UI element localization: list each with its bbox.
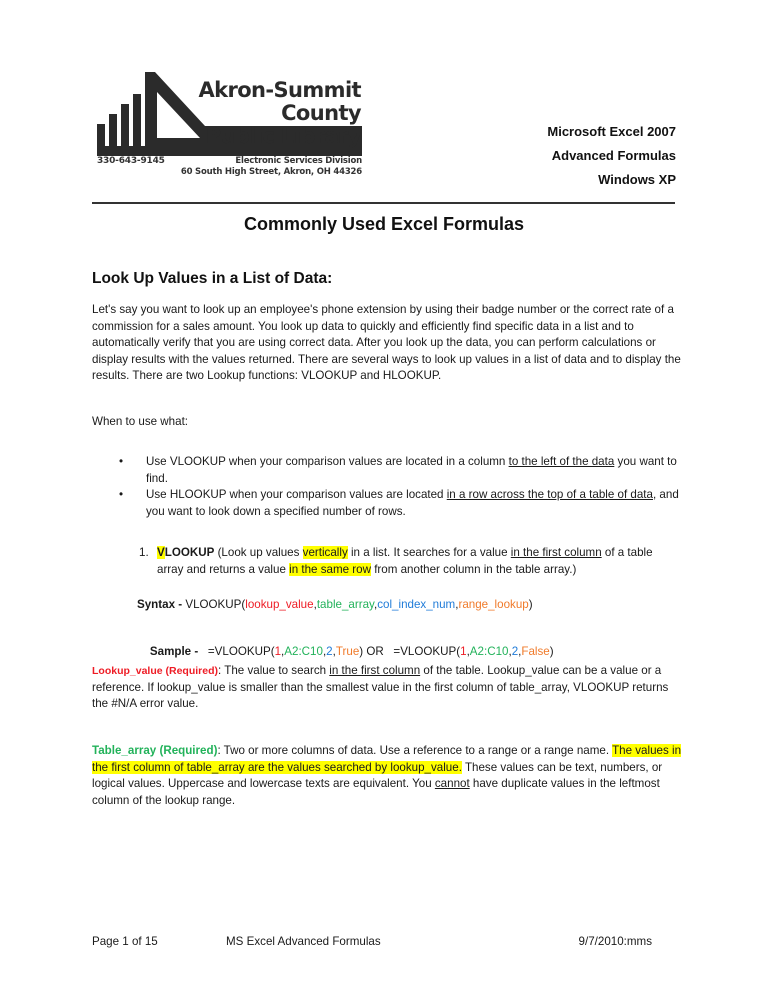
sample-label: Sample -: [149, 644, 199, 658]
function-name: VLOOKUP: [157, 546, 214, 559]
bullet-underlined-text: in a row across the top of a table of da…: [446, 488, 653, 501]
bullet-icon: •: [119, 488, 124, 501]
table-array-paragraph: Table_array (Required): Two or more colu…: [92, 743, 682, 809]
close-paren: ): [549, 644, 554, 658]
course-topic: Advanced Formulas: [551, 148, 676, 163]
intro-paragraph: Let's say you want to look up an employe…: [92, 303, 681, 382]
syntax-label: Syntax -: [137, 598, 183, 611]
library-address: 60 South High Street, Akron, OH 44326: [180, 167, 362, 177]
lookup-value-paragraph: Lookup_value (Required): The value to se…: [92, 663, 682, 713]
bullet-icon: •: [119, 455, 124, 468]
function-name-first-letter: V: [157, 546, 165, 559]
document-title: Commonly Used Excel Formulas: [243, 214, 525, 234]
para-text: : The value to search: [218, 664, 330, 677]
syntax-function: VLOOKUP(: [182, 598, 246, 611]
sample-range-lookup-true: True: [335, 644, 360, 658]
para-text: : Two or more columns of data. Use a ref…: [217, 744, 613, 757]
lookup-value-label: Lookup_value (Required): [92, 665, 219, 677]
bullet-underlined-text: to the left of the data: [508, 455, 615, 468]
footer-document-name: MS Excel Advanced Formulas: [226, 935, 381, 948]
desc-text: from another column in the table array.): [370, 562, 577, 576]
library-division: Electronic Services Division: [235, 156, 362, 166]
underlined-text: in the first column: [510, 546, 602, 559]
underlined-text: cannot: [434, 777, 470, 790]
bullet-text: Use VLOOKUP when your comparison values …: [146, 455, 509, 468]
arg-lookup-value: lookup_value: [245, 598, 314, 611]
sample-function: =VLOOKUP(: [198, 644, 275, 658]
footer-date: 9/7/2010:mms: [578, 935, 652, 948]
bullet-item-hlookup: • Use HLOOKUP when your comparison value…: [92, 487, 682, 520]
library-name-line2: Public Library: [205, 124, 362, 148]
highlighted-text: vertically: [302, 546, 348, 559]
when-to-use-label: When to use what:: [92, 415, 189, 428]
sample-or: ) OR =VLOOKUP(: [359, 644, 461, 658]
function-name-rest: LOOKUP: [164, 546, 215, 559]
underlined-text: in the first column: [329, 664, 421, 677]
close-paren: ): [528, 598, 533, 611]
arg-col-index-num: col_index_num: [377, 598, 456, 611]
section-heading: Look Up Values in a List of Data:: [92, 270, 333, 287]
bullet-item-vlookup: • Use VLOOKUP when your comparison value…: [92, 454, 682, 487]
usage-bullet-list: • Use VLOOKUP when your comparison value…: [92, 454, 682, 520]
desc-text: (Look up values: [214, 546, 303, 559]
course-os: Windows XP: [598, 172, 676, 187]
arg-range-lookup: range_lookup: [458, 598, 529, 611]
header-divider: [92, 202, 675, 204]
syntax-line: Syntax - VLOOKUP(lookup_value,table_arra…: [137, 597, 533, 614]
table-array-label: Table_array (Required): [92, 744, 218, 757]
document-page: Akron-Summit County Public Library 330-6…: [0, 0, 768, 994]
highlighted-text: in the same row: [289, 562, 371, 576]
item-number: 1.: [139, 546, 149, 559]
bullet-text: Use HLOOKUP when your comparison values …: [146, 488, 447, 501]
arg-table-array: table_array: [316, 598, 374, 611]
library-phone: 330-643-9145: [97, 156, 165, 166]
library-name: Akron-Summit County Public Library: [189, 79, 361, 148]
course-software: Microsoft Excel 2007: [547, 124, 676, 139]
library-name-line1: Akron-Summit County: [198, 78, 361, 125]
library-address-block: Electronic Services Division 60 South Hi…: [181, 156, 362, 178]
sample-table-array: A2:C10: [284, 644, 323, 658]
library-logo: Akron-Summit County Public Library 330-6…: [97, 72, 362, 177]
numbered-item-vlookup: 1. VLOOKUP (Look up values vertically in…: [92, 545, 682, 578]
footer-page-number: Page 1 of 15: [92, 935, 158, 948]
course-header: Microsoft Excel 2007 Advanced Formulas W…: [547, 120, 676, 192]
sample-range-lookup-false: False: [521, 644, 550, 658]
desc-text: in a list. It searches for a value: [347, 546, 511, 559]
sample-table-array: A2:C10: [469, 644, 509, 658]
